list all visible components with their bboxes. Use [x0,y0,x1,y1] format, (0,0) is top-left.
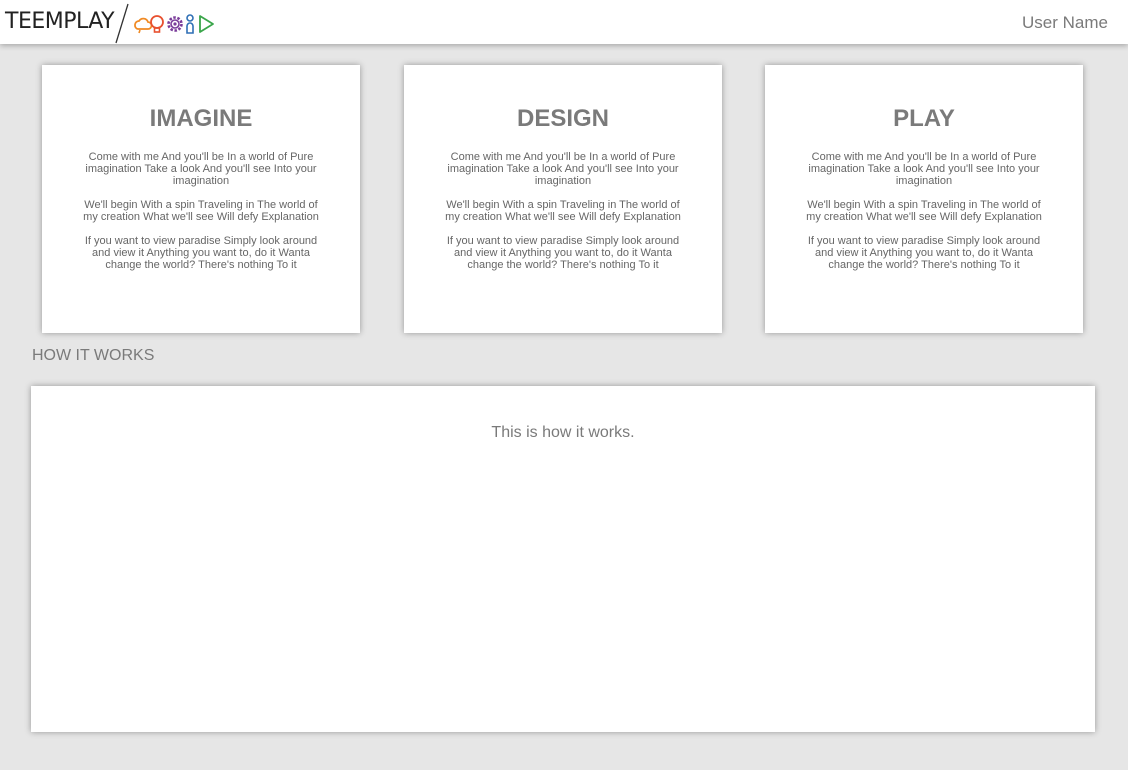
card-paragraph: Come with me And you'll be In a world of… [85,151,317,187]
how-it-works-panel: This is how it works. [31,386,1095,732]
how-it-works-text: This is how it works. [491,424,635,441]
card-paragraph: If you want to view paradise Simply look… [84,235,318,271]
card-paragraph: We'll begin With a spin Traveling in The… [806,199,1042,223]
card-title: PLAY [893,105,955,132]
top-bar: TEEMPLAY User Name [0,0,1128,44]
card-paragraph: Come with me And you'll be In a world of… [447,151,679,187]
logo-divider [115,3,129,44]
card-paragraph: We'll begin With a spin Traveling in The… [83,199,319,223]
card-title: IMAGINE [149,105,253,132]
pawn-icon [186,14,194,34]
play-icon [199,15,214,33]
section-heading-how-it-works: HOW IT WORKS [32,347,155,364]
brand-logo[interactable]: TEEMPLAY [5,9,115,35]
lightbulb-icon [150,15,164,33]
card-paragraph: If you want to view paradise Simply look… [807,235,1041,271]
user-name-link[interactable]: User Name [1022,13,1108,33]
card-play: PLAY Come with me And you'll be In a wor… [765,65,1083,333]
card-design: DESIGN Come with me And you'll be In a w… [404,65,722,333]
card-paragraph: Come with me And you'll be In a world of… [808,151,1040,187]
card-title: DESIGN [516,105,609,132]
card-imagine: IMAGINE Come with me And you'll be In a … [42,65,360,333]
card-paragraph: We'll begin With a spin Traveling in The… [445,199,681,223]
logo-icons [134,14,214,34]
card-paragraph: If you want to view paradise Simply look… [446,235,680,271]
gear-icon [167,16,183,32]
cloud-icon [134,17,153,34]
